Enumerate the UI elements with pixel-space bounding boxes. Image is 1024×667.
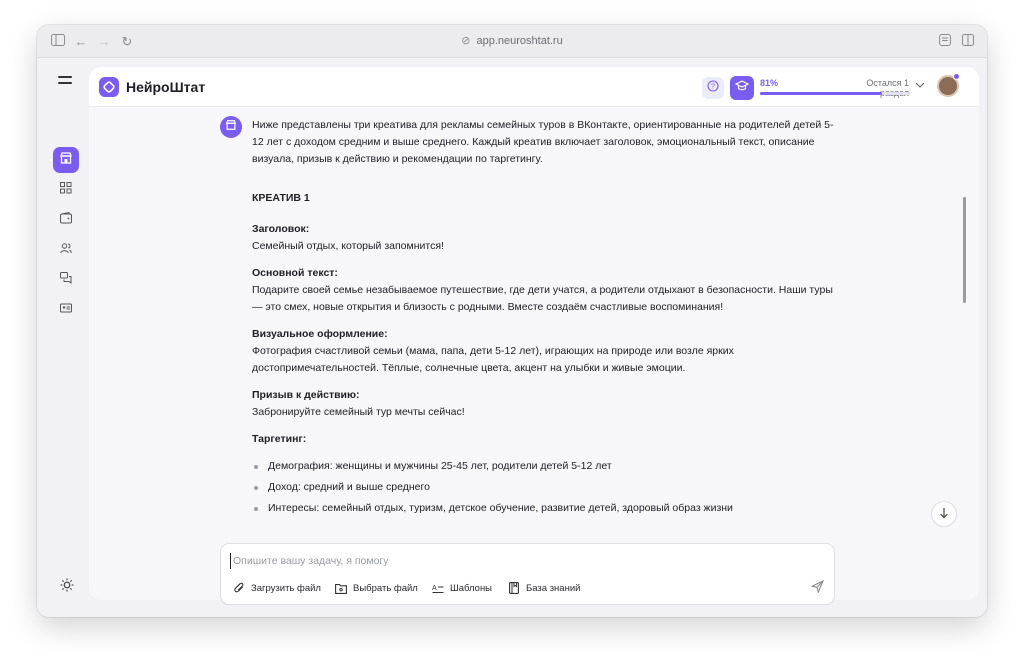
browser-window: ← → ↻ ⊘ app.neuroshtat.ru НейроШтат ? 81… xyxy=(37,25,987,617)
cta-label: Призыв к действию: xyxy=(252,389,360,401)
nav-wallet-button[interactable] xyxy=(53,207,79,233)
choose-file-button[interactable]: Выбрать файл xyxy=(335,581,418,595)
wallet-icon xyxy=(60,211,72,229)
list-item: Интересы: семейный отдых, туризм, детско… xyxy=(252,500,842,517)
brand-name[interactable]: НейроШтат xyxy=(126,79,205,95)
visual-text: Фотография счастливой семьи (мама, папа,… xyxy=(252,345,734,374)
left-navigation xyxy=(37,59,89,617)
nav-messages-button[interactable] xyxy=(53,267,79,293)
book-icon xyxy=(508,582,520,594)
question-icon: ? xyxy=(707,79,719,97)
choose-file-label: Выбрать файл xyxy=(353,582,418,594)
visual-label: Визуальное оформление: xyxy=(252,328,388,340)
targeting-list: Демография: женщины и мужчины 25-45 лет,… xyxy=(252,458,842,517)
nav-profile-card-button[interactable] xyxy=(53,297,79,323)
progress-bar-fill xyxy=(760,92,882,95)
users-icon xyxy=(60,241,72,259)
task-input[interactable] xyxy=(230,553,810,569)
creative-title: КРЕАТИВ 1 xyxy=(252,192,310,204)
help-button[interactable]: ? xyxy=(702,77,724,99)
send-icon[interactable] xyxy=(810,579,825,594)
svg-text:?: ? xyxy=(711,84,715,91)
menu-icon[interactable] xyxy=(58,76,72,86)
sun-icon[interactable] xyxy=(60,578,74,592)
store-icon xyxy=(59,151,73,170)
nav-dashboard-button[interactable] xyxy=(53,177,79,203)
upload-file-button[interactable]: Загрузить файл xyxy=(233,581,321,595)
knowledge-base-button[interactable]: База знаний xyxy=(508,581,580,595)
headline-label: Заголовок: xyxy=(252,223,310,235)
chevron-down-icon[interactable] xyxy=(915,80,925,91)
assistant-message: Ниже представлены три креатива для рекла… xyxy=(252,117,842,521)
folder-icon xyxy=(335,582,347,594)
id-card-icon xyxy=(60,301,72,319)
grid-icon xyxy=(60,181,72,199)
progress-note: Остался 1 раздел xyxy=(866,78,909,98)
message-composer: Загрузить файл Выбрать файл A Шаблоны xyxy=(220,543,835,605)
targeting-label: Таргетинг: xyxy=(252,433,307,445)
headline-text: Семейный отдых, который запомнится! xyxy=(252,240,444,252)
cta-text: Забронируйте семейный тур мечты сейчас! xyxy=(252,406,465,418)
notification-dot xyxy=(953,73,960,80)
chat-bubbles-icon xyxy=(60,271,72,289)
scroll-down-button[interactable] xyxy=(931,501,957,527)
learning-button[interactable] xyxy=(730,76,754,100)
address-bar[interactable]: ⊘ app.neuroshtat.ru xyxy=(37,34,987,47)
browser-toolbar: ← → ↻ ⊘ app.neuroshtat.ru xyxy=(37,25,987,58)
paperclip-icon xyxy=(233,582,245,594)
body-label: Основной текст: xyxy=(252,267,338,279)
store-icon xyxy=(225,118,237,136)
list-item: Демография: женщины и мужчины 25-45 лет,… xyxy=(252,458,842,475)
progress-percent: 81% xyxy=(760,78,779,88)
nav-chat-button[interactable] xyxy=(53,147,79,173)
assistant-avatar xyxy=(220,116,242,138)
app-root: НейроШтат ? 81% Остался 1 раздел xyxy=(37,59,987,617)
upload-file-label: Загрузить файл xyxy=(251,582,321,594)
templates-button[interactable]: A Шаблоны xyxy=(432,581,492,595)
text-format-icon: A xyxy=(432,582,444,594)
logo-icon[interactable] xyxy=(99,77,119,97)
reader-icon[interactable] xyxy=(937,34,953,50)
list-item: Доход: средний и выше среднего xyxy=(252,479,842,496)
graduation-cap-icon xyxy=(734,79,750,97)
chat-area: Ниже представлены три креатива для рекла… xyxy=(89,107,979,537)
nav-team-button[interactable] xyxy=(53,237,79,263)
split-view-icon[interactable] xyxy=(960,34,976,50)
main-panel: НейроШтат ? 81% Остался 1 раздел xyxy=(89,67,979,605)
url-text: app.neuroshtat.ru xyxy=(476,35,563,47)
scrollbar-thumb[interactable] xyxy=(963,197,966,303)
app-header: НейроШтат ? 81% Остался 1 раздел xyxy=(89,67,979,107)
svg-text:A: A xyxy=(432,585,437,592)
link-icon: ⊘ xyxy=(461,35,471,47)
message-intro: Ниже представлены три креатива для рекла… xyxy=(252,119,834,165)
progress-bar xyxy=(760,92,910,95)
body-text: Подарите своей семье незабываемое путеше… xyxy=(252,284,833,313)
arrow-down-icon xyxy=(939,507,949,522)
templates-label: Шаблоны xyxy=(450,582,493,594)
knowledge-base-label: База знаний xyxy=(526,582,581,594)
